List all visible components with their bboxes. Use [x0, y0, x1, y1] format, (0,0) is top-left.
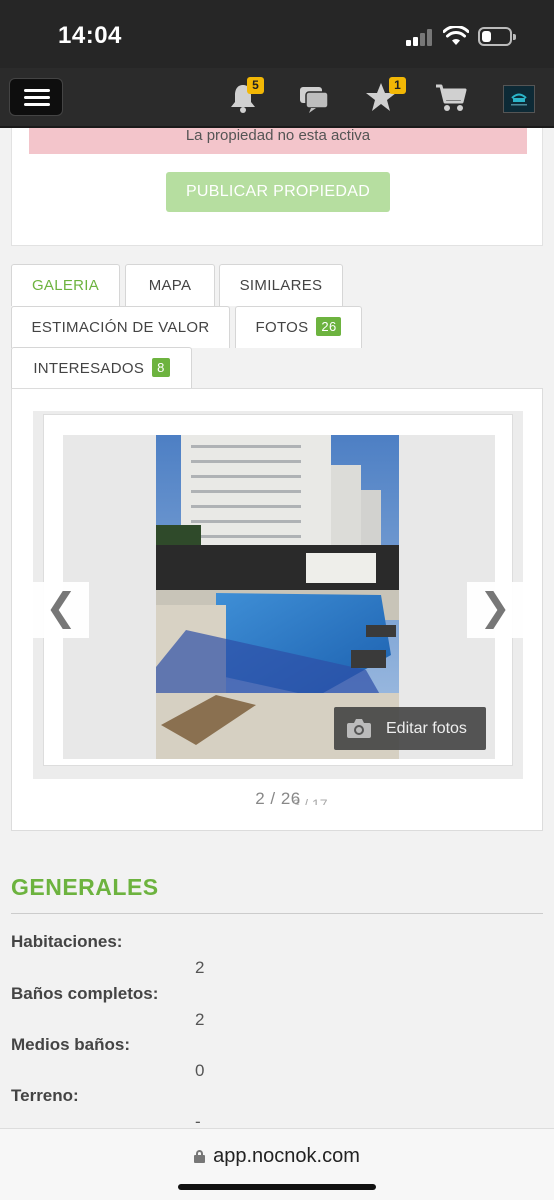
- user-avatar[interactable]: [503, 85, 535, 113]
- notifications-badge: 5: [247, 77, 264, 94]
- status-time: 14:04: [58, 22, 122, 49]
- cart-button[interactable]: [434, 80, 470, 116]
- photo-counter: 2 / 26: [255, 789, 301, 808]
- battery-level: [482, 31, 491, 42]
- tab-mapa[interactable]: MAPA: [125, 264, 215, 306]
- logo-icon: [511, 93, 527, 106]
- messages-button[interactable]: [297, 80, 333, 116]
- signal-icon: [406, 28, 434, 46]
- field-label-banos-completos: Baños completos:: [11, 984, 159, 1003]
- battery-icon: [478, 27, 516, 46]
- browser-url-bar[interactable]: app.nocnok.com: [0, 1128, 554, 1200]
- gallery-panel: 3 / 17 ❮ ❯ Editar fotos 2 / 26: [11, 388, 543, 831]
- property-status-card: La propiedad no esta activa PUBLICAR PRO…: [11, 128, 543, 246]
- wifi-icon: [443, 26, 469, 45]
- camera-icon: [347, 719, 371, 738]
- field-value-banos-completos: 2: [195, 1010, 205, 1029]
- chat-icon: [300, 87, 329, 113]
- tab-label: INTERESADOS: [33, 360, 145, 377]
- menu-button[interactable]: [9, 78, 63, 116]
- lock-icon: [194, 1150, 206, 1163]
- inactive-alert: La propiedad no esta activa: [29, 128, 527, 154]
- tab-label: GALERIA: [31, 277, 100, 294]
- favorites-button[interactable]: 1: [364, 77, 406, 116]
- field-value-habitaciones: 2: [195, 958, 205, 977]
- interesados-count-badge: 8: [152, 358, 170, 377]
- cart-icon: [436, 84, 467, 111]
- tab-estimacion-valor[interactable]: ESTIMACIÓN DE VALOR: [11, 306, 230, 348]
- favorites-badge: 1: [389, 77, 406, 94]
- edit-photos-label: Editar fotos: [386, 720, 467, 737]
- tab-similares[interactable]: SIMILARES: [219, 264, 343, 306]
- field-label-medios-banos: Medios baños:: [11, 1035, 131, 1054]
- edit-photos-button[interactable]: Editar fotos: [334, 707, 486, 750]
- url-display[interactable]: app.nocnok.com: [0, 1145, 554, 1168]
- field-label-terreno: Terreno:: [11, 1086, 79, 1105]
- tab-label: MAPA: [148, 277, 192, 294]
- section-title-generales: GENERALES: [11, 874, 159, 900]
- app-nav-bar: 5 1: [0, 68, 554, 128]
- field-value-medios-banos: 0: [195, 1061, 205, 1080]
- notifications-button[interactable]: 5: [226, 77, 264, 116]
- home-indicator[interactable]: [178, 1184, 376, 1190]
- tab-galeria[interactable]: GALERIA: [11, 264, 120, 306]
- fotos-count-badge: 26: [316, 317, 342, 336]
- prev-photo-button[interactable]: ❮: [33, 582, 89, 638]
- tab-label: FOTOS: [255, 319, 309, 336]
- field-label-habitaciones: Habitaciones:: [11, 932, 123, 951]
- status-bar: 14:04: [0, 0, 554, 68]
- next-photo-button[interactable]: ❯: [467, 582, 523, 638]
- publish-property-button[interactable]: PUBLICAR PROPIEDAD: [166, 172, 390, 212]
- tab-label: ESTIMACIÓN DE VALOR: [31, 319, 210, 336]
- tab-label: SIMILARES: [239, 277, 323, 294]
- tab-interesados[interactable]: INTERESADOS 8: [11, 347, 192, 389]
- tab-fotos[interactable]: FOTOS 26: [235, 306, 362, 348]
- section-divider: [11, 913, 543, 914]
- url-text: app.nocnok.com: [213, 1145, 360, 1167]
